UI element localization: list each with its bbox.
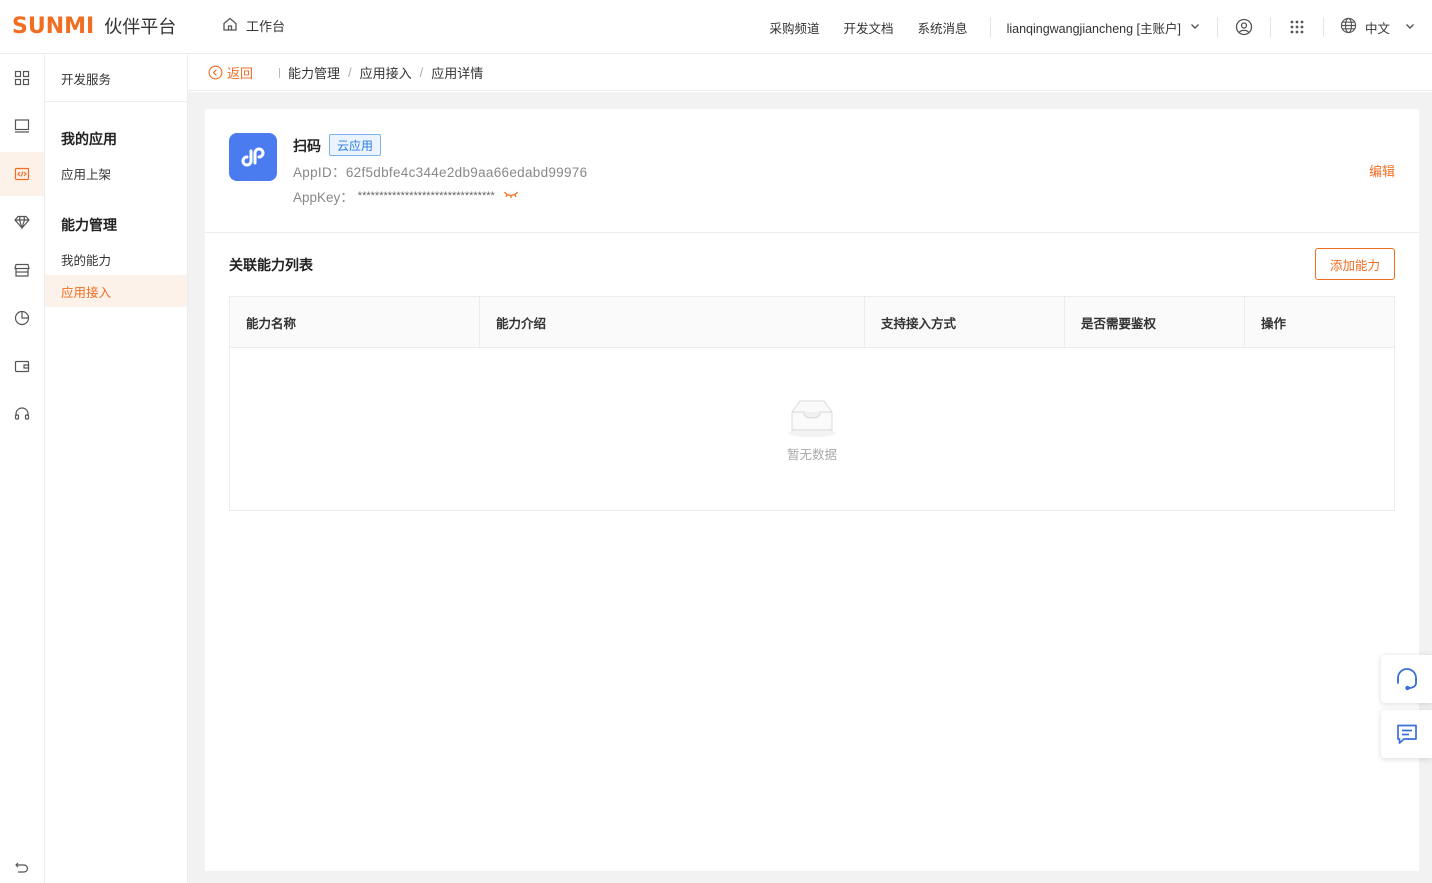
sidebar-item-my-abilities[interactable]: 我的能力 bbox=[45, 243, 187, 275]
rail-dev-services[interactable] bbox=[0, 152, 44, 196]
wallet-icon bbox=[14, 360, 30, 373]
sidebar-header: 开发服务 bbox=[45, 55, 187, 102]
back-button[interactable]: 返回 bbox=[208, 63, 253, 82]
empty-inbox-icon bbox=[788, 400, 836, 437]
mini-program-icon bbox=[229, 133, 277, 181]
diamond-icon bbox=[14, 215, 30, 230]
empty-text: 暂无数据 bbox=[786, 447, 837, 462]
language-switcher[interactable]: 中文 bbox=[1340, 17, 1416, 37]
sidebar-item-app-access[interactable]: 应用接入 bbox=[45, 275, 187, 307]
divider bbox=[1216, 17, 1218, 37]
ability-table: 能力名称 能力介绍 支持接入方式 是否需要鉴权 操作 暂无数据 bbox=[229, 296, 1395, 511]
customer-service-button[interactable] bbox=[1381, 655, 1432, 703]
pie-chart-icon bbox=[14, 310, 30, 326]
rail-premium[interactable] bbox=[0, 200, 44, 244]
language-label: 中文 bbox=[1364, 21, 1390, 36]
globe-icon bbox=[1340, 17, 1357, 37]
apps-grid-icon[interactable] bbox=[1287, 17, 1307, 37]
chevron-down-icon bbox=[1189, 20, 1201, 35]
app-key: AppKey： ******************************** bbox=[293, 186, 519, 206]
rail-support[interactable] bbox=[0, 392, 44, 436]
breadcrumb-app-access[interactable]: 应用接入 bbox=[360, 63, 412, 82]
add-ability-button[interactable]: 添加能力 bbox=[1315, 248, 1395, 280]
sub-sidebar: 开发服务 我的应用 应用上架 能力管理 我的能力 应用接入 bbox=[45, 55, 188, 883]
divider bbox=[1322, 17, 1324, 37]
rail-devices[interactable] bbox=[0, 104, 44, 148]
column-ability-intro: 能力介绍 bbox=[480, 297, 865, 348]
feedback-button[interactable] bbox=[1381, 710, 1432, 758]
undo-icon bbox=[15, 862, 29, 873]
top-right-nav: 采购频道 开发文档 系统消息 lianqingwangjiancheng [主账… bbox=[746, 0, 1416, 54]
brand-logo[interactable]: SUNMI 伙伴平台 bbox=[12, 13, 177, 39]
app-name: 扫码 bbox=[293, 138, 321, 154]
back-label: 返回 bbox=[227, 66, 254, 81]
icon-rail bbox=[0, 55, 45, 883]
nav-messages[interactable]: 系统消息 bbox=[918, 18, 968, 37]
breadcrumb-app-detail: 应用详情 bbox=[431, 66, 484, 81]
breadcrumb-ability-mgmt[interactable]: 能力管理 bbox=[288, 63, 340, 82]
store-icon bbox=[14, 263, 30, 277]
table-header: 能力名称 能力介绍 支持接入方式 是否需要鉴权 操作 bbox=[230, 297, 1394, 348]
column-actions: 操作 bbox=[1261, 317, 1287, 331]
divider bbox=[279, 67, 281, 78]
rail-collapse[interactable] bbox=[0, 845, 44, 883]
code-icon bbox=[14, 167, 30, 181]
column-auth-required: 是否需要鉴权 bbox=[1065, 297, 1245, 348]
ability-list-title: 关联能力列表 bbox=[229, 257, 313, 273]
back-arrow-icon bbox=[208, 65, 223, 80]
empty-state: 暂无数据 bbox=[230, 348, 1394, 510]
app-id-label: AppID： bbox=[293, 165, 346, 180]
app-key-label: AppKey： bbox=[293, 190, 354, 205]
account-menu[interactable]: lianqingwangjiancheng [主账户] bbox=[1007, 18, 1201, 37]
headset-icon bbox=[14, 407, 30, 420]
detail-card: 扫码 云应用 AppID：62f5dbfe4c344e2db9aa66edabd… bbox=[205, 109, 1419, 871]
monitor-icon bbox=[14, 119, 30, 133]
workbench-label: 工作台 bbox=[246, 19, 286, 34]
rail-analytics[interactable] bbox=[0, 296, 44, 340]
divider bbox=[989, 17, 991, 37]
breadcrumb: 返回 能力管理 / 应用接入 / 应用详情 bbox=[188, 55, 1432, 91]
column-ability-name: 能力名称 bbox=[230, 297, 480, 348]
nav-purchase[interactable]: 采购频道 bbox=[770, 18, 820, 37]
home-icon bbox=[222, 16, 238, 35]
sidebar-group-ability-mgmt: 能力管理 bbox=[61, 217, 117, 233]
headset-icon bbox=[1396, 668, 1417, 691]
breadcrumb-separator: / bbox=[348, 65, 352, 80]
logo-subtitle: 伙伴平台 bbox=[104, 17, 177, 37]
column-access-method: 支持接入方式 bbox=[865, 297, 1065, 348]
edit-button[interactable]: 编辑 bbox=[1369, 161, 1395, 180]
app-id: AppID：62f5dbfe4c344e2db9aa66edabd99976 bbox=[293, 161, 587, 181]
nav-docs[interactable]: 开发文档 bbox=[844, 18, 894, 37]
top-bar: SUNMI 伙伴平台 工作台 采购频道 开发文档 系统消息 lianqingwa… bbox=[0, 0, 1432, 54]
workbench-link[interactable]: 工作台 bbox=[222, 16, 285, 35]
grid-icon bbox=[14, 70, 30, 86]
rail-wallet[interactable] bbox=[0, 344, 44, 388]
chevron-down-icon bbox=[1404, 20, 1416, 35]
rail-store[interactable] bbox=[0, 248, 44, 292]
sidebar-group-my-apps: 我的应用 bbox=[61, 131, 117, 147]
logo-word: SUNMI bbox=[12, 13, 95, 39]
app-info: 扫码 云应用 AppID：62f5dbfe4c344e2db9aa66edabd… bbox=[205, 109, 1419, 233]
divider bbox=[1269, 17, 1271, 37]
user-icon[interactable] bbox=[1234, 17, 1254, 37]
account-name: lianqingwangjiancheng [主账户] bbox=[1006, 21, 1181, 36]
eye-closed-icon[interactable] bbox=[503, 189, 519, 204]
sidebar-item-app-listing[interactable]: 应用上架 bbox=[45, 157, 187, 189]
message-icon bbox=[1396, 724, 1417, 744]
app-key-masked: ******************************** bbox=[357, 190, 495, 202]
rail-dashboard[interactable] bbox=[0, 56, 44, 100]
app-id-value: 62f5dbfe4c344e2db9aa66edabd99976 bbox=[345, 165, 588, 180]
breadcrumb-separator: / bbox=[419, 65, 424, 80]
app-type-badge: 云应用 bbox=[329, 134, 382, 156]
